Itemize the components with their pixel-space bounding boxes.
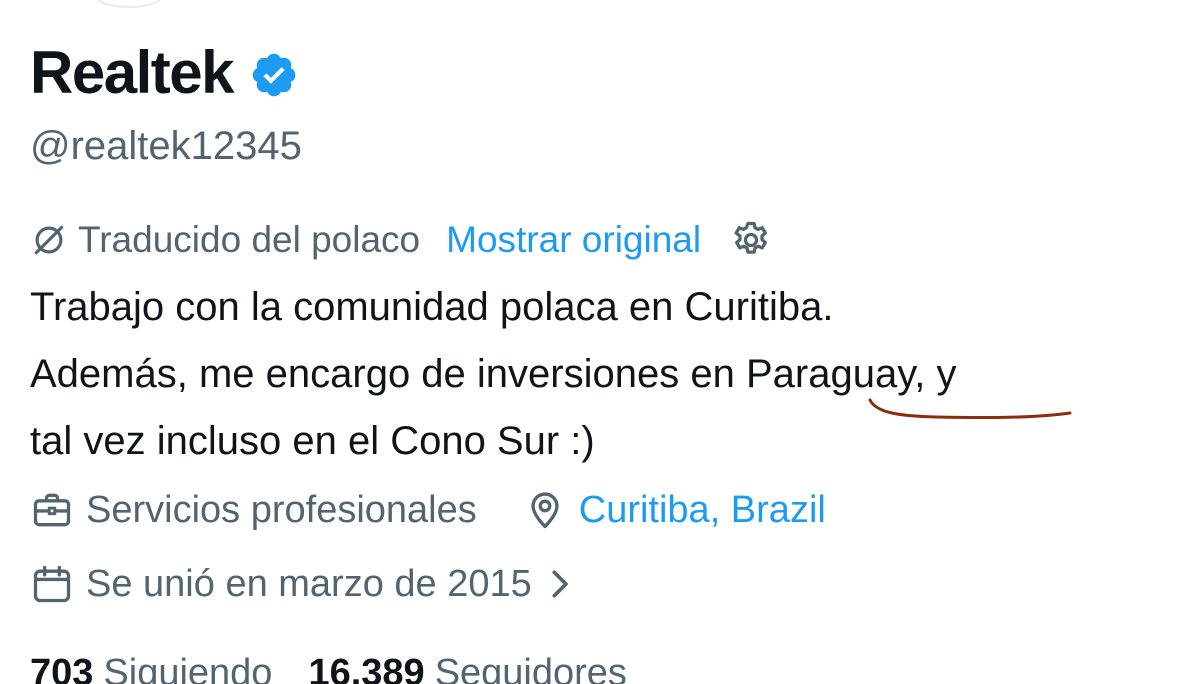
following-count: 703 [30,652,94,684]
profile-joined-row[interactable]: Se unió en marzo de 2015 [30,559,576,609]
translation-notice-row: Traducido del polaco Mostrar original [30,217,773,263]
location-pin-icon [531,492,559,529]
chevron-right-icon[interactable] [546,564,576,604]
following-label: Siguiendo [103,652,273,684]
display-name: Realtek [30,39,234,106]
translate-icon [34,225,64,255]
profile-stats: 703 Siguiendo 16.389 Seguidores [30,652,627,684]
profile-category: Servicios profesionales [86,488,477,531]
following-stat[interactable]: 703 Siguiendo [30,652,272,684]
profile-meta-row: Servicios profesionales Curitiba, Brazil [30,485,826,535]
profile-joined-date: Se unió en marzo de 2015 [86,562,532,605]
avatar-edge [96,0,162,8]
followers-stat[interactable]: 16.389 Seguidores [308,652,626,684]
profile-location-link[interactable]: Curitiba, Brazil [579,489,826,532]
show-original-link[interactable]: Mostrar original [446,219,701,261]
followers-count: 16.389 [308,652,425,684]
followers-label: Seguidores [434,652,627,684]
profile-page: Realtek @realtek12345 Traducido del pola… [0,0,1200,684]
gear-icon[interactable] [729,218,773,262]
briefcase-icon [33,493,71,527]
profile-bio: Trabajo con la comunidad polaca en Curit… [30,285,957,463]
verified-badge-icon[interactable] [249,50,299,100]
translation-notice: Traducido del polaco [78,219,421,260]
profile-name-row: Realtek [30,38,299,108]
calendar-icon [33,565,71,603]
profile-handle: @realtek12345 [30,124,302,168]
